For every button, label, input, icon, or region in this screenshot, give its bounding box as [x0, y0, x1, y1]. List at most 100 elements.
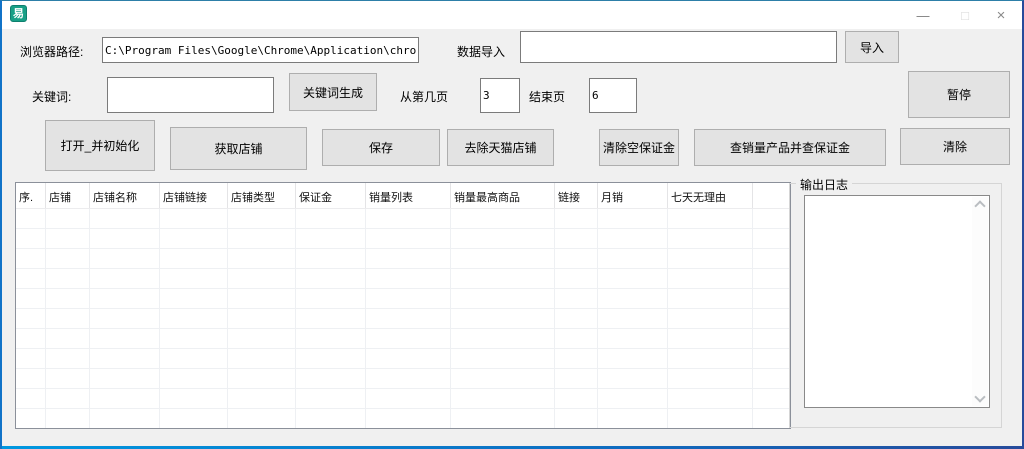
column-header[interactable]: 店铺名称 — [90, 183, 160, 208]
table-body — [16, 209, 790, 429]
output-log-label: 输出日志 — [796, 176, 852, 193]
table-cell — [296, 269, 366, 289]
table-cell — [753, 249, 790, 269]
table-cell — [90, 369, 160, 389]
table-cell — [90, 349, 160, 369]
clear-button[interactable]: 清除 — [900, 128, 1010, 165]
app-window: 易 — □ × 浏览器路径: 数据导入 导入 关键词: 关键词生成 从第几页 结… — [0, 0, 1024, 449]
table-cell — [753, 289, 790, 309]
table-cell — [668, 209, 753, 229]
table-cell — [46, 389, 90, 409]
table-cell — [366, 369, 451, 389]
table-cell — [296, 209, 366, 229]
column-header[interactable]: 七天无理由 — [668, 183, 753, 208]
column-header[interactable]: 月销 — [598, 183, 668, 208]
table-cell — [598, 269, 668, 289]
table-cell — [160, 289, 228, 309]
data-import-input[interactable] — [520, 31, 837, 63]
output-log-textarea[interactable] — [804, 195, 990, 408]
table-row[interactable] — [16, 329, 790, 349]
table-cell — [16, 389, 46, 409]
table-cell — [46, 309, 90, 329]
table-cell — [668, 349, 753, 369]
scroll-up-icon[interactable] — [974, 200, 985, 211]
query-sales-and-deposit-button[interactable]: 查销量产品并查保证金 — [694, 129, 886, 166]
table-row[interactable] — [16, 289, 790, 309]
clear-empty-deposit-button[interactable]: 清除空保证金 — [599, 129, 679, 166]
table-row[interactable] — [16, 309, 790, 329]
end-page-label: 结束页 — [529, 88, 565, 105]
column-header[interactable]: 店铺链接 — [160, 183, 228, 208]
table-row[interactable] — [16, 389, 790, 409]
table-cell — [46, 289, 90, 309]
table-cell — [296, 289, 366, 309]
table-cell — [160, 329, 228, 349]
pause-button[interactable]: 暂停 — [908, 71, 1010, 118]
table-row[interactable] — [16, 269, 790, 289]
table-cell — [16, 229, 46, 249]
table-cell — [668, 409, 753, 429]
table-row[interactable] — [16, 369, 790, 389]
table-row[interactable] — [16, 349, 790, 369]
table-cell — [16, 289, 46, 309]
keyword-input[interactable] — [107, 77, 274, 113]
table-cell — [555, 329, 598, 349]
column-header[interactable]: 销量列表 — [366, 183, 451, 208]
table-cell — [598, 349, 668, 369]
table-cell — [753, 209, 790, 229]
close-button[interactable]: × — [984, 3, 1018, 27]
minimize-button[interactable]: — — [906, 3, 940, 27]
end-page-input[interactable] — [589, 78, 637, 113]
table-cell — [451, 229, 555, 249]
table-cell — [598, 249, 668, 269]
column-header[interactable]: 链接 — [555, 183, 598, 208]
table-cell — [46, 349, 90, 369]
table-cell — [598, 209, 668, 229]
table-header: 序.店铺店铺名称店铺链接店铺类型保证金销量列表销量最高商品链接月销七天无理由 — [16, 183, 790, 209]
column-header[interactable]: 店铺 — [46, 183, 90, 208]
table-row[interactable] — [16, 409, 790, 429]
column-header[interactable]: 保证金 — [296, 183, 366, 208]
column-header[interactable]: 序. — [16, 183, 46, 208]
output-log-scrollbar[interactable] — [972, 197, 988, 406]
table-cell — [46, 409, 90, 429]
start-page-input[interactable] — [480, 78, 520, 113]
browser-path-input[interactable] — [102, 37, 419, 63]
titlebar[interactable]: 易 — □ × — [2, 1, 1022, 29]
table-row[interactable] — [16, 249, 790, 269]
table-cell — [555, 309, 598, 329]
table-cell — [598, 389, 668, 409]
shop-table[interactable]: 序.店铺店铺名称店铺链接店铺类型保证金销量列表销量最高商品链接月销七天无理由 — [15, 182, 791, 429]
table-row[interactable] — [16, 209, 790, 229]
open-and-init-button[interactable]: 打开_并初始化 — [45, 120, 155, 171]
table-row[interactable] — [16, 229, 790, 249]
table-cell — [16, 269, 46, 289]
import-button[interactable]: 导入 — [845, 31, 899, 63]
table-cell — [598, 409, 668, 429]
table-cell — [598, 309, 668, 329]
table-cell — [555, 229, 598, 249]
table-cell — [668, 229, 753, 249]
output-log-groupbox: 输出日志 — [789, 183, 1002, 428]
table-cell — [228, 369, 296, 389]
table-cell — [46, 269, 90, 289]
table-cell — [46, 369, 90, 389]
scroll-down-icon[interactable] — [974, 391, 985, 402]
get-shops-button[interactable]: 获取店铺 — [170, 127, 307, 170]
table-cell — [668, 289, 753, 309]
table-cell — [753, 389, 790, 409]
column-header[interactable]: 店铺类型 — [228, 183, 296, 208]
column-header[interactable] — [753, 183, 790, 208]
keyword-generate-button[interactable]: 关键词生成 — [289, 73, 377, 111]
maximize-button: □ — [948, 3, 982, 27]
table-cell — [90, 289, 160, 309]
table-cell — [46, 209, 90, 229]
table-cell — [90, 409, 160, 429]
remove-tmall-shops-button[interactable]: 去除天猫店铺 — [447, 129, 554, 166]
column-header[interactable]: 销量最高商品 — [451, 183, 555, 208]
save-button[interactable]: 保存 — [322, 129, 440, 166]
start-page-label: 从第几页 — [400, 88, 448, 105]
table-cell — [366, 249, 451, 269]
table-cell — [451, 269, 555, 289]
table-cell — [555, 349, 598, 369]
